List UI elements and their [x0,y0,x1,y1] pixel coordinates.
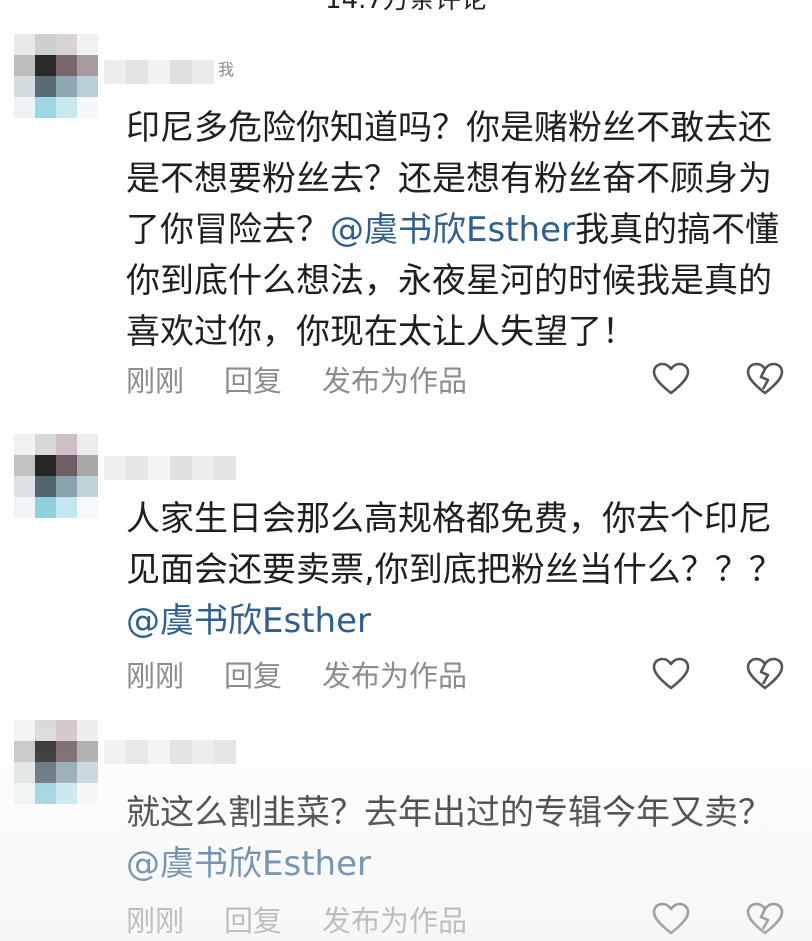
heart-icon[interactable] [651,654,691,694]
comment-text-part: 就这么割韭菜？去年出过的专辑今年又卖？ [126,793,772,833]
username-blurred[interactable] [104,60,214,84]
comment-meta: 刚刚 回复 发布为作品 [126,359,507,399]
comment-text-part: 人家生日会那么高规格都免费，你去个印尼见面会还要卖票,你到底把粉丝当什么？？？ [126,499,783,590]
avatar[interactable] [14,434,98,518]
reply-button[interactable]: 回复 [224,898,282,940]
heart-icon[interactable] [651,359,691,399]
publish-as-work-button[interactable]: 发布为作品 [322,358,467,400]
mention-link[interactable]: @虞书欣Esther [126,601,371,641]
mention-link[interactable]: @虞书欣Esther [126,844,371,884]
avatar[interactable] [14,34,98,118]
publish-as-work-button[interactable]: 发布为作品 [322,898,467,940]
username-blurred[interactable] [104,740,236,764]
comment-text: 人家生日会那么高规格都免费，你去个印尼见面会还要卖票,你到底把粉丝当什么？？？ @… [126,494,798,647]
comment-meta: 刚刚 回复 发布为作品 [126,654,507,694]
timestamp: 刚刚 [126,904,185,938]
reply-button[interactable]: 回复 [224,653,282,695]
comment-count-header: 14.7万条评论 [325,0,487,15]
timestamp: 刚刚 [126,364,185,398]
username-blurred[interactable] [104,456,236,480]
publish-as-work-button[interactable]: 发布为作品 [322,653,467,695]
mention-link[interactable]: @虞书欣Esther [330,210,575,250]
broken-heart-icon[interactable] [745,899,785,939]
reply-button[interactable]: 回复 [224,358,282,400]
self-tag: 我 [218,60,235,79]
broken-heart-icon[interactable] [745,359,785,399]
comment-text: 印尼多危险你知道吗？你是赌粉丝不敢去还是不想要粉丝去？还是想有粉丝奋不顾身为了你… [126,103,798,358]
timestamp: 刚刚 [126,659,185,693]
broken-heart-icon[interactable] [745,654,785,694]
comment-text: 就这么割韭菜？去年出过的专辑今年又卖？ @虞书欣Esther [126,788,798,890]
comment-meta: 刚刚 回复 发布为作品 [126,899,507,939]
avatar[interactable] [14,720,98,804]
heart-icon[interactable] [651,899,691,939]
